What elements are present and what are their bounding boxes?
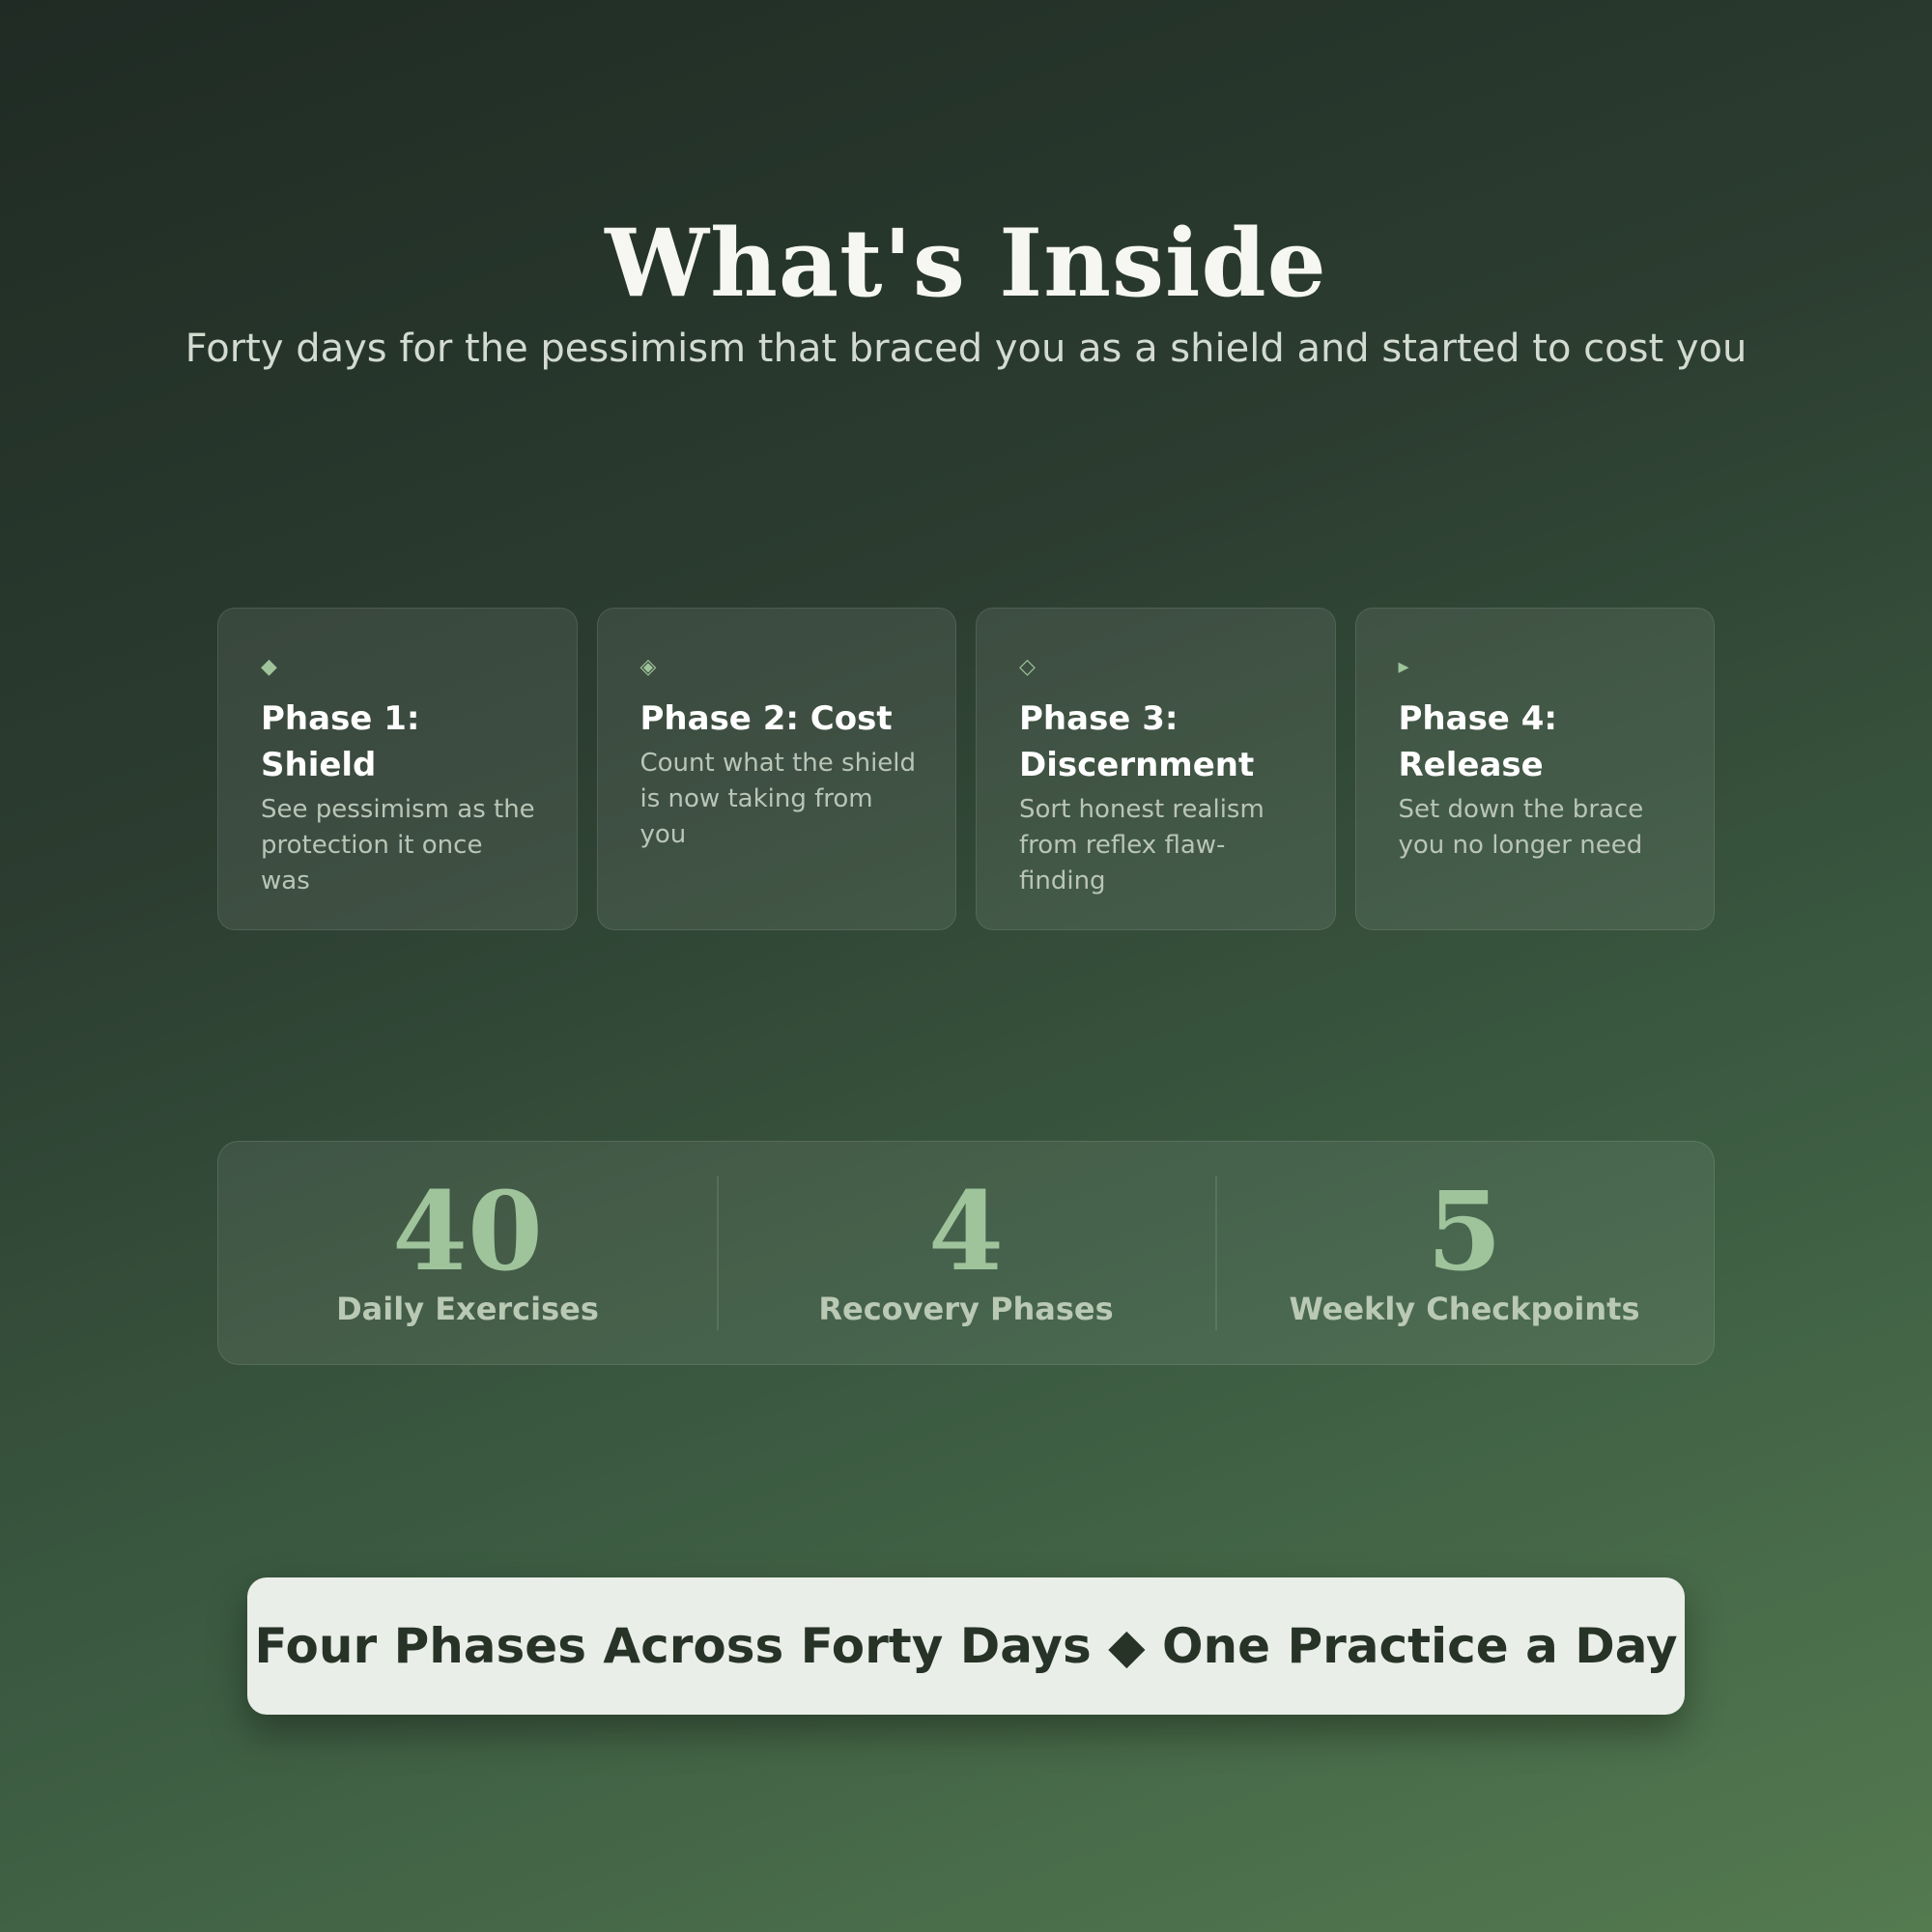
stat-recovery-phases: 4 Recovery Phases	[717, 1176, 1215, 1330]
phase-card-discernment: ◇ Phase 3: Discernment Sort honest reali…	[976, 608, 1336, 930]
phase-card-shield: ◆ Phase 1: Shield See pessimism as the p…	[217, 608, 578, 930]
phase-title: Phase 2: Cost	[639, 699, 893, 738]
phase-title: Phase 4: Release	[1398, 699, 1557, 784]
stat-value: 40	[392, 1169, 543, 1295]
phase-card-release: ▸ Phase 4: Release Set down the brace yo…	[1354, 608, 1715, 930]
phase-card-cost: ◈ Phase 2: Cost Count what the shield is…	[596, 608, 956, 930]
stat-label: Recovery Phases	[818, 1291, 1114, 1327]
phase-title: Phase 3: Discernment	[1019, 699, 1255, 784]
summary-banner: Four Phases Across Forty Days ◆ One Prac…	[247, 1577, 1685, 1715]
right-triangle-icon: ▸	[1398, 655, 1409, 679]
phase-cards: ◆ Phase 1: Shield See pessimism as the p…	[217, 608, 1715, 930]
stats-panel: 40 Daily Exercises 4 Recovery Phases 5 W…	[217, 1141, 1715, 1365]
stat-value: 4	[928, 1169, 1004, 1295]
stat-label: Weekly Checkpoints	[1289, 1291, 1640, 1327]
page-subtitle: Forty days for the pessimism that braced…	[185, 327, 1747, 371]
page: What's Inside Forty days for the pessimi…	[0, 0, 1932, 1932]
filled-diamond-icon: ◆	[261, 655, 277, 679]
stat-weekly-checkpoints: 5 Weekly Checkpoints	[1215, 1176, 1714, 1330]
stat-value: 5	[1427, 1169, 1502, 1295]
phase-description: Count what the shield is now taking from…	[639, 749, 917, 849]
diamond-dot-icon: ◈	[639, 655, 657, 679]
phase-title: Phase 1: Shield	[261, 699, 420, 784]
phase-description: See pessimism as the protection it once …	[261, 795, 535, 895]
page-title: What's Inside	[605, 209, 1327, 318]
phase-description: Sort honest realism from reflex flaw-fin…	[1019, 795, 1264, 895]
stat-daily-exercises: 40 Daily Exercises	[218, 1176, 717, 1330]
stat-label: Daily Exercises	[336, 1291, 599, 1327]
phase-description: Set down the brace you no longer need	[1398, 795, 1644, 860]
outline-diamond-icon: ◇	[1019, 655, 1036, 679]
